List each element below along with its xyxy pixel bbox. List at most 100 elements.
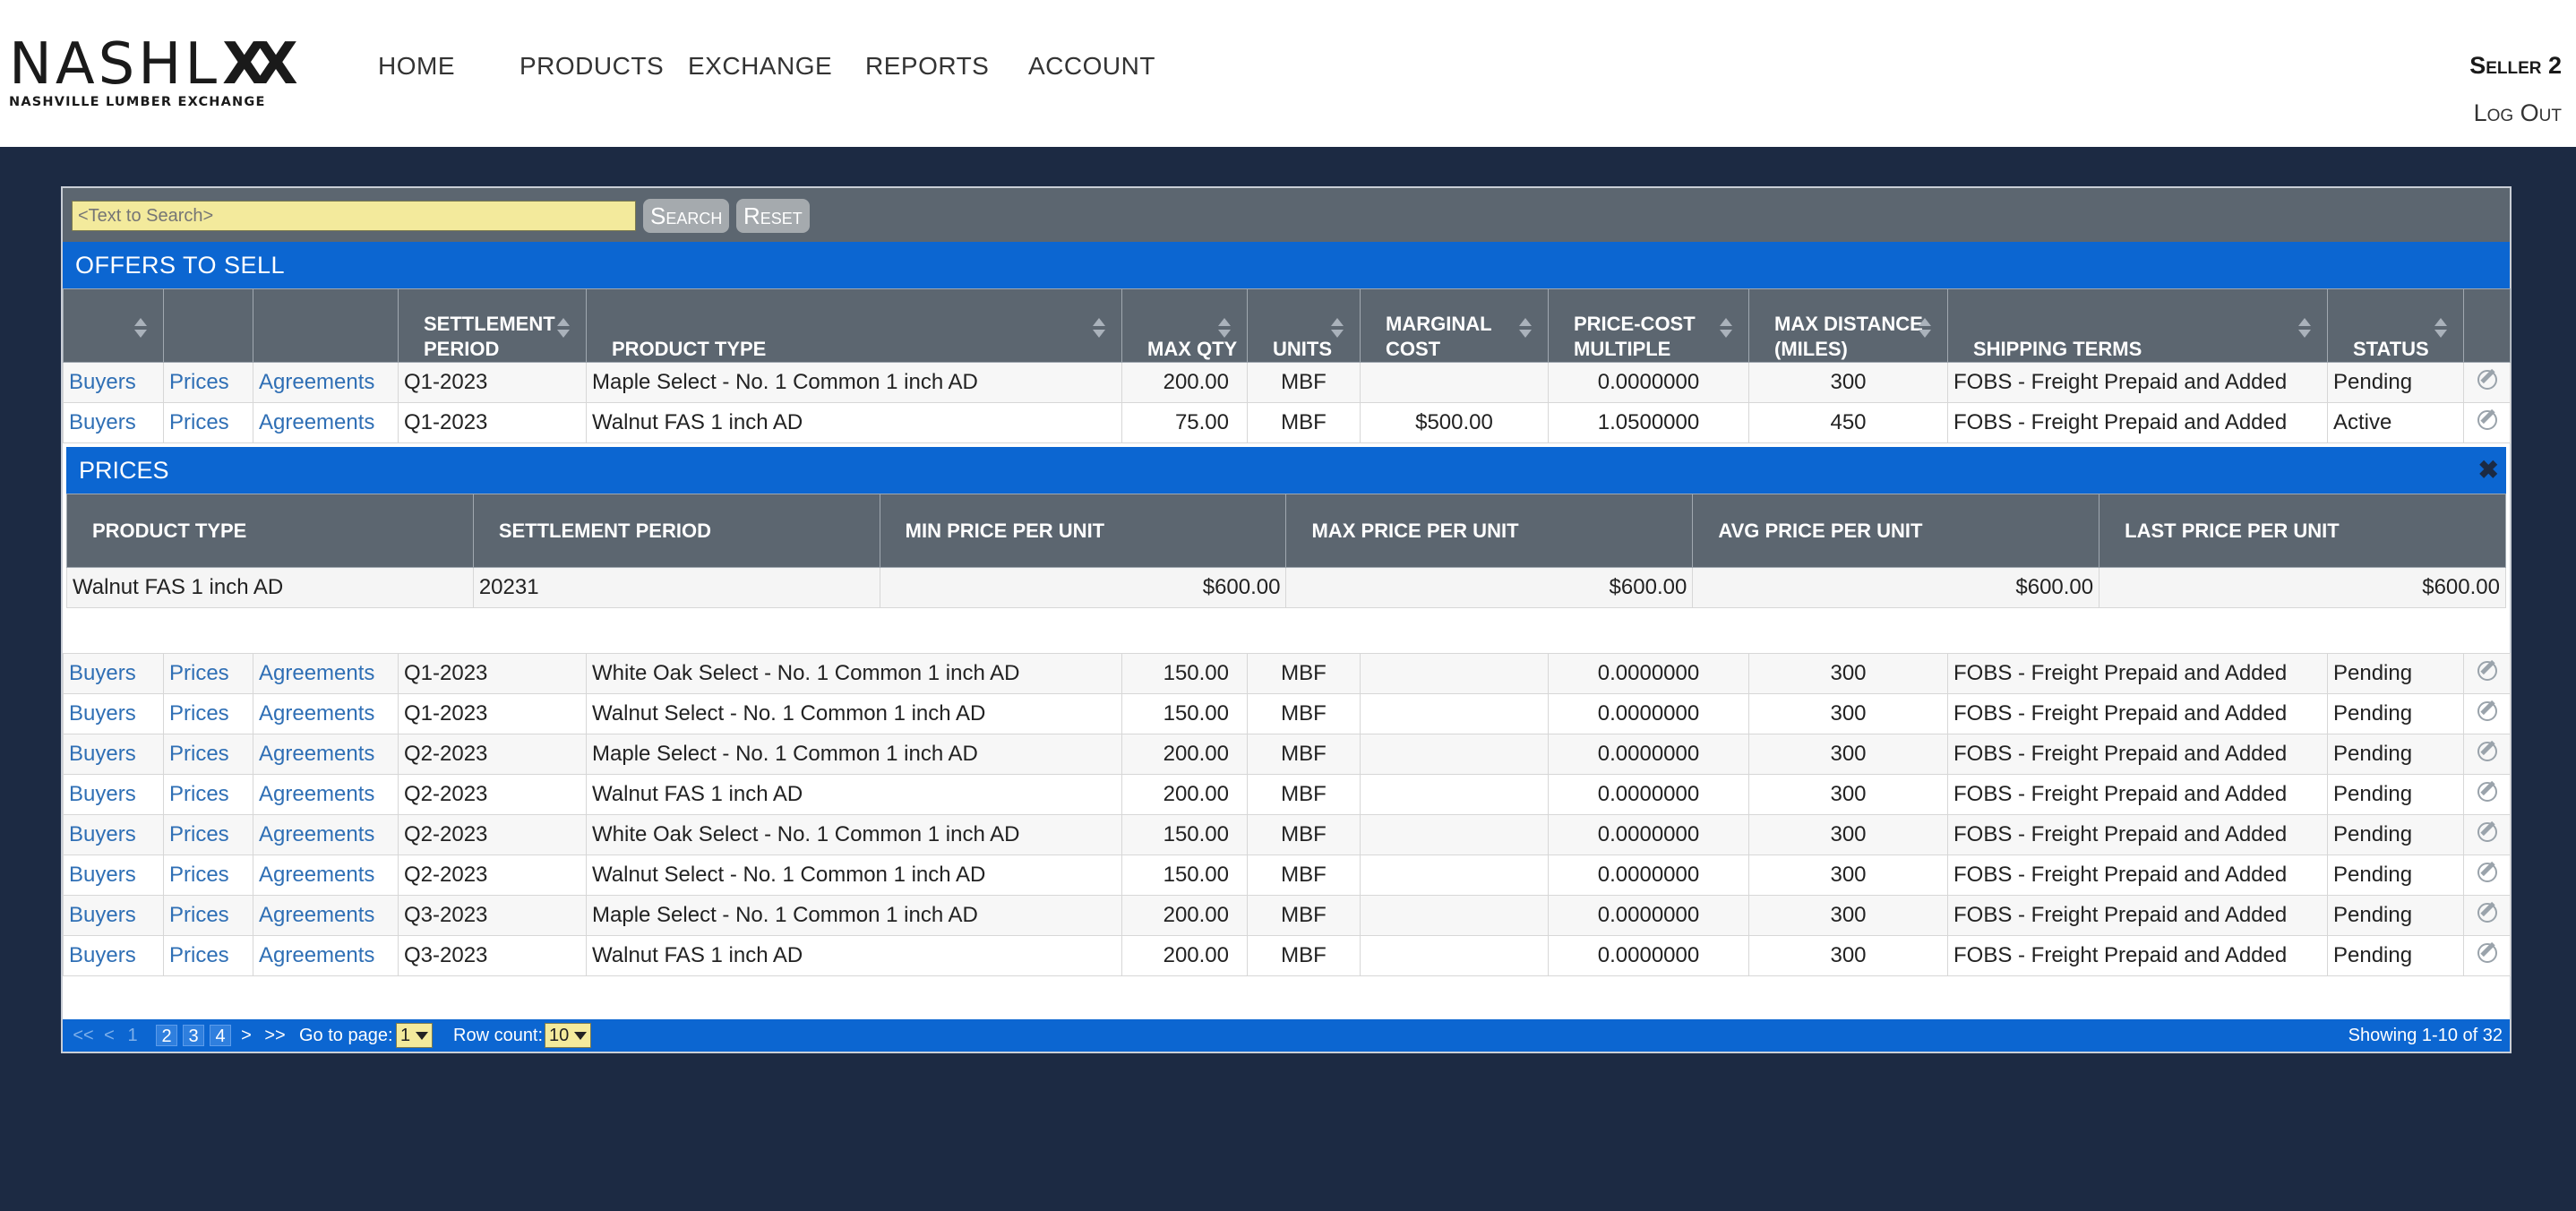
edit-icon[interactable] (2477, 781, 2497, 802)
close-icon[interactable]: ✖ (2478, 447, 2499, 494)
prices-cell-min: $600.00 (879, 567, 1287, 608)
col-status[interactable]: STATUS (2327, 288, 2464, 363)
cell-max-distance: 300 (1748, 774, 1948, 815)
nav-products[interactable]: PRODUCTS (519, 52, 664, 81)
sort-icon (2298, 318, 2311, 339)
agreements-cell: Agreements (253, 935, 399, 976)
agreements-link[interactable]: Agreements (259, 661, 374, 685)
agreements-link[interactable]: Agreements (259, 410, 374, 434)
col-units[interactable]: UNITS (1247, 288, 1361, 363)
edit-cell (2463, 935, 2511, 976)
search-input[interactable] (72, 201, 636, 231)
edit-icon[interactable] (2477, 862, 2497, 882)
sort-icon (1093, 318, 1105, 339)
goto-page-select[interactable]: 1 (396, 1023, 434, 1048)
buyers-link[interactable]: Buyers (69, 943, 136, 967)
edit-icon[interactable] (2477, 741, 2497, 761)
buyers-link[interactable]: Buyers (69, 370, 136, 394)
agreements-cell: Agreements (253, 855, 399, 896)
nav-home[interactable]: HOME (378, 52, 455, 81)
col-sort-blank[interactable] (63, 288, 164, 363)
pager-page-4[interactable]: 4 (210, 1025, 231, 1046)
col-product-type[interactable]: PRODUCT TYPE (586, 288, 1122, 363)
col-marginal-cost[interactable]: MARGINAL COST (1360, 288, 1549, 363)
sort-icon (1720, 318, 1732, 339)
buyers-cell: Buyers (63, 734, 164, 775)
cell-max-qty: 150.00 (1121, 855, 1248, 896)
prices-link[interactable]: Prices (169, 661, 229, 685)
offers-table-continued: Buyers Prices Agreements Q1-2023 White Oak S… (63, 653, 2511, 976)
cell-max-distance: 300 (1748, 693, 1948, 734)
buyers-link[interactable]: Buyers (69, 742, 136, 766)
cell-settlement-period: Q3-2023 (398, 895, 587, 936)
logo-mark: XX (222, 31, 298, 98)
cell-status: Pending (2327, 734, 2464, 775)
prices-link[interactable]: Prices (169, 701, 229, 726)
prices-link[interactable]: Prices (169, 410, 229, 434)
prices-link[interactable]: Prices (169, 943, 229, 967)
edit-icon[interactable] (2477, 409, 2497, 430)
cell-max-distance: 300 (1748, 855, 1948, 896)
pager: << < 1 2 3 4 > >> Go to page: 1 Row coun… (63, 1019, 2510, 1052)
agreements-link[interactable]: Agreements (259, 701, 374, 726)
prices-link[interactable]: Prices (169, 782, 229, 806)
rowcount-select[interactable]: 10 (545, 1023, 592, 1048)
pager-page-2[interactable]: 2 (156, 1025, 177, 1046)
prices-link[interactable]: Prices (169, 822, 229, 846)
reset-button[interactable]: Reset (736, 199, 810, 233)
cell-shipping-terms: FOBS - Freight Prepaid and Added (1947, 362, 2328, 403)
buyers-link[interactable]: Buyers (69, 661, 136, 685)
buyers-link[interactable]: Buyers (69, 782, 136, 806)
pager-last[interactable]: >> (262, 1025, 288, 1046)
buyers-link[interactable]: Buyers (69, 863, 136, 887)
buyers-link[interactable]: Buyers (69, 903, 136, 927)
prices-col-settlement-period: SETTLEMENT PERIOD (472, 494, 880, 568)
buyers-cell: Buyers (63, 935, 164, 976)
edit-icon[interactable] (2477, 660, 2497, 681)
agreements-link[interactable]: Agreements (259, 822, 374, 846)
col-shipping-terms[interactable]: SHIPPING TERMS (1947, 288, 2328, 363)
cell-product-type: Walnut Select - No. 1 Common 1 inch AD (586, 855, 1122, 896)
edit-icon[interactable] (2477, 942, 2497, 963)
edit-icon[interactable] (2477, 902, 2497, 923)
pager-prev[interactable]: < (102, 1025, 116, 1046)
logo[interactable]: NASHL XX NASHVILLE LUMBER EXCHANGE (9, 36, 349, 109)
logout-link[interactable]: Log Out (2469, 99, 2562, 127)
agreements-link[interactable]: Agreements (259, 782, 374, 806)
prices-link[interactable]: Prices (169, 903, 229, 927)
pager-page-3[interactable]: 3 (183, 1025, 204, 1046)
agreements-link[interactable]: Agreements (259, 742, 374, 766)
nav-reports[interactable]: REPORTS (865, 52, 989, 81)
col-max-distance[interactable]: MAX DISTANCE (MILES) (1748, 288, 1948, 363)
edit-icon[interactable] (2477, 369, 2497, 390)
nav-exchange[interactable]: EXCHANGE (688, 52, 832, 81)
agreements-link[interactable]: Agreements (259, 370, 374, 394)
agreements-link[interactable]: Agreements (259, 863, 374, 887)
cell-marginal-cost (1360, 814, 1549, 855)
agreements-link[interactable]: Agreements (259, 903, 374, 927)
prices-cell: Prices (163, 653, 253, 694)
sort-icon (1519, 318, 1532, 339)
cell-shipping-terms: FOBS - Freight Prepaid and Added (1947, 734, 2328, 775)
prices-link[interactable]: Prices (169, 863, 229, 887)
agreements-link[interactable]: Agreements (259, 943, 374, 967)
pager-first[interactable]: << (72, 1025, 95, 1046)
buyers-link[interactable]: Buyers (69, 410, 136, 434)
pager-page-1[interactable]: 1 (124, 1025, 142, 1046)
col-max-qty[interactable]: MAX QTY (1121, 288, 1248, 363)
buyers-link[interactable]: Buyers (69, 822, 136, 846)
buyers-link[interactable]: Buyers (69, 701, 136, 726)
prices-link[interactable]: Prices (169, 742, 229, 766)
nav-account[interactable]: ACCOUNT (1028, 52, 1155, 81)
col-settlement-period[interactable]: SETTLEMENT PERIOD (398, 288, 587, 363)
edit-icon[interactable] (2477, 700, 2497, 721)
cell-shipping-terms: FOBS - Freight Prepaid and Added (1947, 935, 2328, 976)
edit-icon[interactable] (2477, 821, 2497, 842)
col-price-cost-multiple[interactable]: PRICE-COST MULTIPLE (1548, 288, 1749, 363)
edit-cell (2463, 814, 2511, 855)
agreements-cell: Agreements (253, 895, 399, 936)
prices-link[interactable]: Prices (169, 370, 229, 394)
pager-next[interactable]: > (238, 1025, 254, 1046)
cell-price-cost-multiple: 0.0000000 (1548, 693, 1749, 734)
search-button[interactable]: Search (643, 199, 730, 233)
